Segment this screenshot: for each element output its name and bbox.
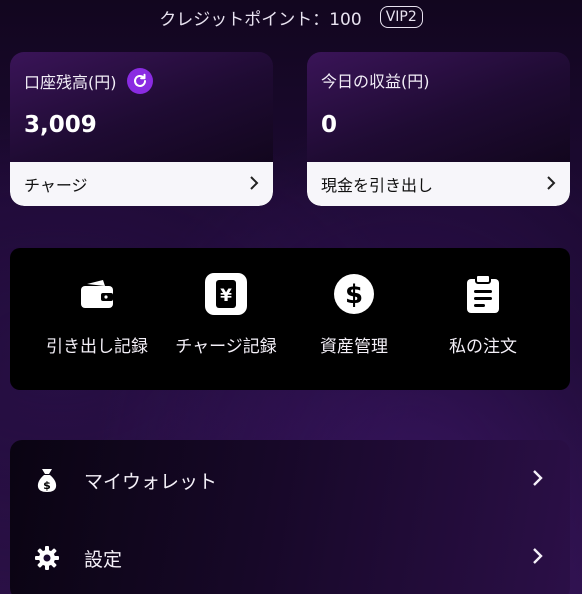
- svg-text:$: $: [345, 280, 363, 310]
- earnings-card-header: 今日の収益(円): [321, 68, 430, 92]
- charge-button[interactable]: チャージ: [10, 162, 273, 206]
- chevron-right-icon: [532, 546, 544, 571]
- withdrawal-history-button[interactable]: 引き出し記録: [32, 272, 162, 357]
- balance-title: 口座残高(円): [24, 73, 117, 92]
- yen-receipt-icon: ¥: [161, 272, 291, 316]
- vip-badge: VIP2: [379, 6, 423, 28]
- charge-button-label: チャージ: [24, 176, 88, 195]
- clipboard-icon: [418, 272, 548, 316]
- settings-row[interactable]: 設定: [10, 528, 570, 588]
- withdraw-button-label: 現金を引き出し: [321, 176, 434, 195]
- chevron-right-icon: [249, 174, 259, 195]
- balance-value: 3,009: [24, 112, 97, 138]
- balance-card: 口座残高(円) 3,009 チャージ: [10, 52, 273, 206]
- chevron-right-icon: [546, 174, 556, 195]
- earnings-card: 今日の収益(円) 0 現金を引き出し: [307, 52, 570, 206]
- quick-actions-panel: 引き出し記録 ¥ チャージ記録 $ 資産管理 私の注文: [10, 248, 570, 390]
- charge-history-label: チャージ記録: [175, 337, 277, 357]
- settings-label: 設定: [84, 548, 123, 571]
- refresh-icon[interactable]: [126, 68, 153, 94]
- charge-history-button[interactable]: ¥ チャージ記録: [161, 272, 291, 357]
- my-wallet-row[interactable]: $ マイウォレット: [10, 450, 570, 510]
- asset-management-label: 資産管理: [320, 337, 388, 357]
- my-orders-label: 私の注文: [449, 337, 517, 357]
- withdraw-button[interactable]: 現金を引き出し: [307, 162, 570, 206]
- top-bar: クレジットポイント：100 VIP2: [0, 0, 582, 34]
- my-orders-button[interactable]: 私の注文: [418, 272, 548, 357]
- asset-management-button[interactable]: $ 資産管理: [289, 272, 419, 357]
- gear-icon: [34, 545, 60, 571]
- svg-text:$: $: [43, 479, 51, 492]
- money-bag-icon: $: [34, 467, 60, 493]
- menu-panel: $ マイウォレット 設定: [10, 440, 570, 594]
- dollar-coin-icon: $: [289, 272, 419, 316]
- credit-points-text: クレジットポイント：100: [159, 9, 362, 30]
- wallet-icon: [32, 272, 162, 316]
- earnings-title: 今日の収益(円): [321, 72, 430, 91]
- chevron-right-icon: [532, 468, 544, 493]
- svg-text:¥: ¥: [220, 286, 232, 306]
- withdrawal-history-label: 引き出し記録: [46, 337, 148, 357]
- earnings-value: 0: [321, 112, 338, 138]
- my-wallet-label: マイウォレット: [84, 470, 218, 493]
- balance-card-header: 口座残高(円): [24, 68, 153, 94]
